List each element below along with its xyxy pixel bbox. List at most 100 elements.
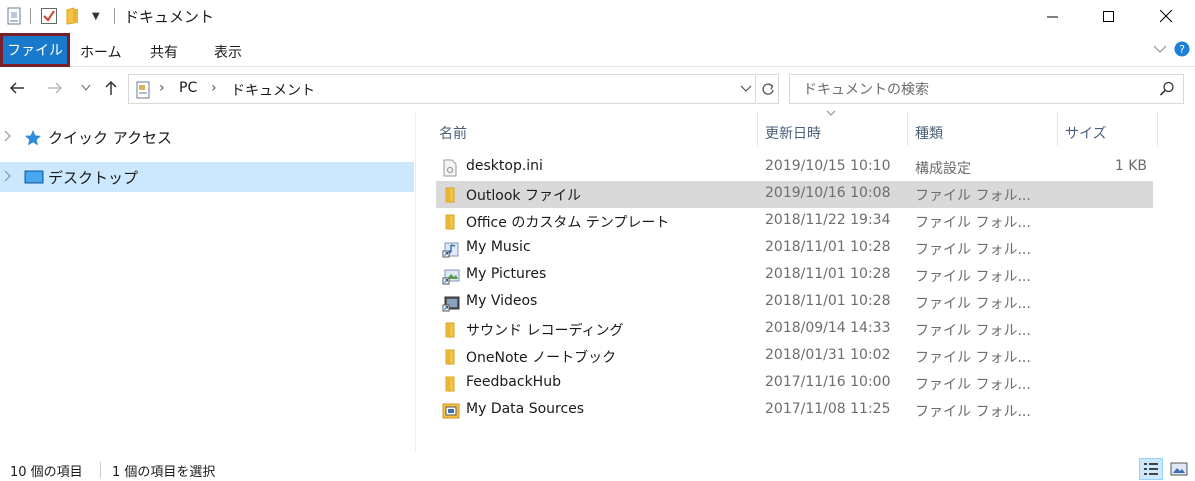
breadcrumb-documents[interactable]: ドキュメント <box>231 80 315 100</box>
file-date: 2018/11/01 10:28 <box>765 293 891 309</box>
search-icon[interactable] <box>1159 81 1175 101</box>
nav-item-label: デスクトップ <box>48 168 139 187</box>
folder-icon <box>442 348 458 370</box>
music-shortcut-icon <box>442 240 460 262</box>
help-icon[interactable]: ? <box>1174 41 1190 61</box>
tab-file[interactable]: ファイル <box>0 33 70 67</box>
file-size: 1 KB <box>1114 158 1147 174</box>
navigation-pane: クイック アクセス デスクトップ <box>0 112 414 452</box>
search-box[interactable]: ドキュメントの検索 <box>789 74 1184 104</box>
status-selection-count: 1 個の項目を選択 <box>112 465 216 480</box>
large-icons-view-button[interactable] <box>1167 458 1191 480</box>
table-row[interactable]: My Data Sources 2017/11/08 11:25 ファイル フォ… <box>436 397 1153 424</box>
address-bar[interactable]: › PC › ドキュメント <box>128 74 756 104</box>
file-name: FeedbackHub <box>466 374 561 390</box>
column-separator[interactable] <box>1057 112 1058 146</box>
star-icon <box>24 129 42 151</box>
search-placeholder: ドキュメントの検索 <box>803 82 929 98</box>
window-title: ドキュメント <box>124 8 215 26</box>
checkmark-icon[interactable] <box>40 6 58 26</box>
tab-home[interactable]: ホーム <box>80 42 122 62</box>
file-date: 2019/10/15 10:10 <box>765 158 891 174</box>
table-row[interactable]: desktop.ini 2019/10/15 10:10 構成設定 1 KB <box>436 154 1153 181</box>
address-dropdown-button[interactable] <box>736 74 756 104</box>
tab-view[interactable]: 表示 <box>214 42 242 62</box>
chevron-right-icon[interactable] <box>4 170 12 185</box>
file-date: 2018/11/01 10:28 <box>765 266 891 282</box>
table-row[interactable]: Office のカスタム テンプレート 2018/11/22 19:34 ファイ… <box>436 208 1153 235</box>
file-date: 2017/11/08 11:25 <box>765 401 891 417</box>
file-type: ファイル フォル... <box>915 350 1031 366</box>
file-date: 2018/11/01 10:28 <box>765 239 891 255</box>
file-date: 2018/01/31 10:02 <box>765 347 891 363</box>
nav-item-quick-access[interactable]: クイック アクセス <box>0 122 414 152</box>
back-button[interactable] <box>6 77 28 99</box>
column-header-type[interactable]: 種類 <box>915 118 943 148</box>
properties-icon[interactable] <box>6 6 22 26</box>
tab-share[interactable]: 共有 <box>150 42 178 62</box>
file-name: My Pictures <box>466 266 547 282</box>
expand-ribbon-icon[interactable] <box>1153 42 1167 58</box>
new-folder-icon[interactable] <box>66 6 80 26</box>
file-type: ファイル フォル... <box>915 296 1031 312</box>
file-name: My Videos <box>466 293 538 309</box>
column-separator[interactable] <box>907 112 908 146</box>
table-row[interactable]: Outlook ファイル 2019/10/16 10:08 ファイル フォル..… <box>436 181 1153 208</box>
file-type: 構成設定 <box>915 161 971 177</box>
maximize-icon <box>1103 10 1114 22</box>
file-date: 2017/11/16 10:00 <box>765 374 891 390</box>
chevron-down-icon <box>740 85 752 92</box>
file-name: desktop.ini <box>466 158 543 174</box>
column-separator[interactable] <box>1157 112 1158 146</box>
customize-toolbar-icon[interactable]: ▼ <box>92 6 100 26</box>
chevron-down-icon <box>81 84 91 91</box>
refresh-button[interactable] <box>757 74 779 104</box>
file-type: ファイル フォル... <box>915 188 1031 204</box>
table-row[interactable]: My Music 2018/11/01 10:28 ファイル フォル... <box>436 235 1153 262</box>
back-arrow-icon <box>9 82 24 94</box>
file-date: 2018/11/22 19:34 <box>765 212 891 228</box>
table-row[interactable]: My Videos 2018/11/01 10:28 ファイル フォル... <box>436 289 1153 316</box>
table-row[interactable]: FeedbackHub 2017/11/16 10:00 ファイル フォル... <box>436 370 1153 397</box>
table-row[interactable]: My Pictures 2018/11/01 10:28 ファイル フォル... <box>436 262 1153 289</box>
documents-location-icon <box>135 81 151 103</box>
ribbon-tabs: ファイル ホーム 共有 表示 ? <box>0 33 1195 67</box>
file-name: Office のカスタム テンプレート <box>466 215 670 231</box>
folder-icon <box>442 186 458 208</box>
title-bar: ▼ ドキュメント <box>0 0 1195 33</box>
column-header-size[interactable]: サイズ <box>1065 118 1107 148</box>
file-name: OneNote ノートブック <box>466 350 617 366</box>
status-item-count: 10 個の項目 <box>10 465 83 480</box>
column-header-date[interactable]: 更新日時 <box>765 118 821 148</box>
desktop-icon <box>24 169 44 189</box>
chevron-right-icon[interactable] <box>4 130 12 145</box>
sort-descending-icon <box>826 108 836 119</box>
pane-divider[interactable] <box>415 112 416 452</box>
forward-button[interactable] <box>44 77 66 99</box>
table-row[interactable]: サウンド レコーディング 2018/09/14 14:33 ファイル フォル..… <box>436 316 1153 343</box>
file-name: My Music <box>466 239 531 255</box>
qa-separator <box>114 8 115 24</box>
large-icons-view-icon <box>1170 462 1188 476</box>
details-view-button[interactable] <box>1139 458 1163 480</box>
close-icon <box>1159 10 1172 23</box>
status-separator <box>100 462 101 478</box>
minimize-button[interactable] <box>1030 0 1076 33</box>
qa-separator <box>30 8 31 24</box>
column-header-name[interactable]: 名前 <box>439 118 467 148</box>
folder-icon <box>442 321 458 343</box>
maximize-button[interactable] <box>1086 0 1132 33</box>
file-name: Outlook ファイル <box>466 188 581 204</box>
file-type: ファイル フォル... <box>915 404 1031 420</box>
table-row[interactable]: OneNote ノートブック 2018/01/31 10:02 ファイル フォル… <box>436 343 1153 370</box>
file-type: ファイル フォル... <box>915 269 1031 285</box>
forward-arrow-icon <box>48 82 63 94</box>
file-type: ファイル フォル... <box>915 323 1031 339</box>
close-button[interactable] <box>1143 0 1189 33</box>
nav-item-desktop[interactable]: デスクトップ <box>0 162 414 192</box>
recent-locations-button[interactable] <box>75 77 97 99</box>
up-button[interactable] <box>100 77 122 99</box>
minimize-icon <box>1047 16 1058 17</box>
column-separator[interactable] <box>757 112 758 146</box>
breadcrumb-pc[interactable]: PC <box>179 80 197 96</box>
